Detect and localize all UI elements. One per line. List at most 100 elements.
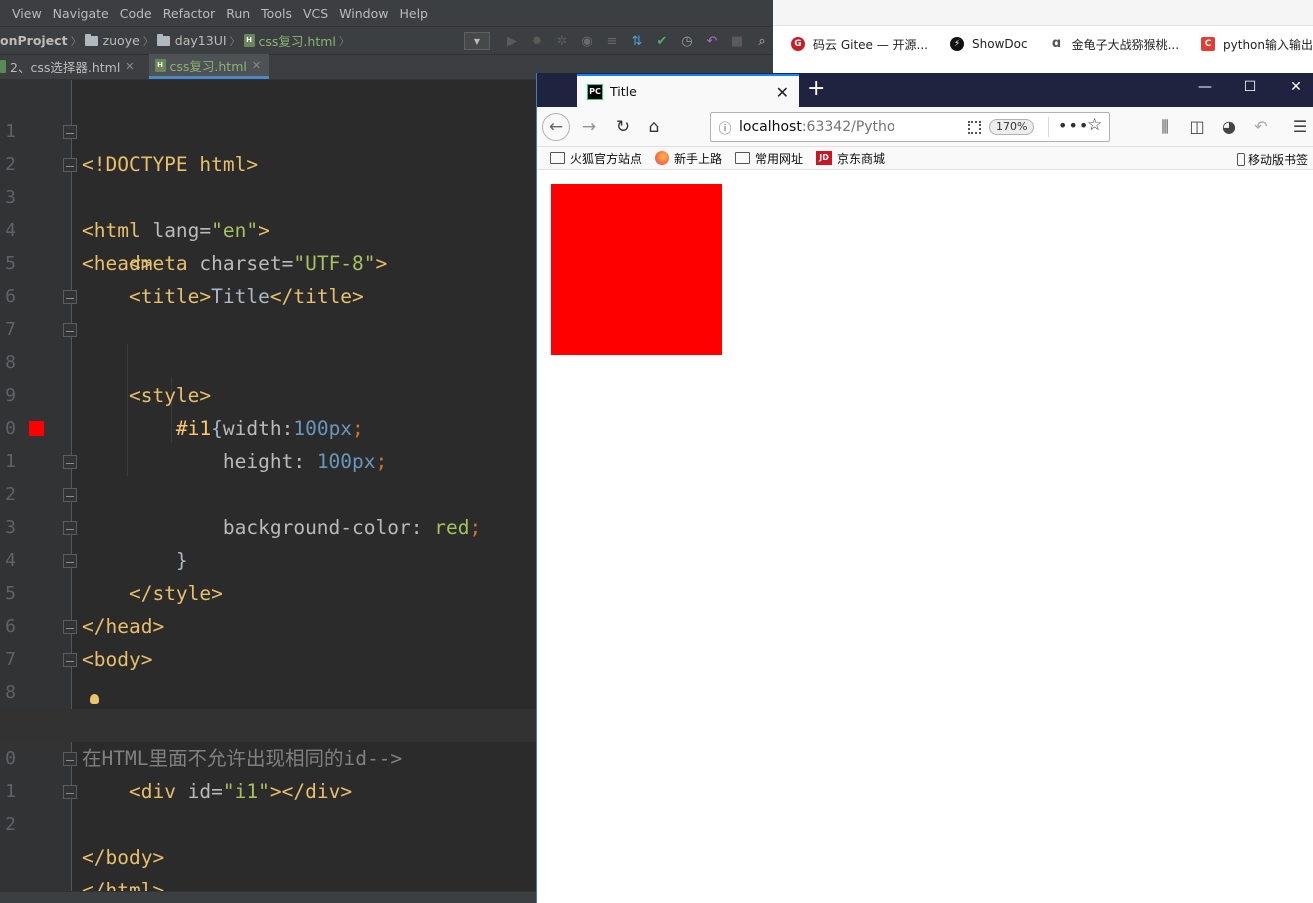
vcs-history-icon[interactable]: ◷	[676, 30, 698, 52]
fold-icon[interactable]	[63, 455, 77, 469]
browser-tab[interactable]: PC Title ✕	[577, 74, 799, 107]
folder-icon	[550, 152, 565, 164]
menu-code[interactable]: Code	[120, 6, 152, 21]
run-icon[interactable]: ▶	[501, 30, 523, 52]
hamburger-menu-icon[interactable]: ☰	[1289, 117, 1311, 136]
debug-icon[interactable]: ✹	[526, 30, 548, 52]
breadcrumb-file-label: css复习.html	[258, 34, 336, 49]
bookmark-showdoc[interactable]: ⚡ ShowDoc	[950, 37, 1028, 51]
breadcrumb-folder-label: day13UI	[174, 33, 227, 48]
close-icon[interactable]: ✕	[125, 60, 134, 73]
vcs-commit-icon[interactable]: ✔	[651, 30, 673, 52]
account-icon[interactable]: ◕	[1218, 117, 1240, 136]
menu-navigate[interactable]: Navigate	[53, 6, 109, 21]
jd-icon: JD	[816, 151, 833, 165]
breadcrumb-folder-zuoye[interactable]: zuoye	[84, 33, 140, 48]
mobile-bookmarks[interactable]: 移动版书签	[1236, 151, 1308, 168]
rendered-div-i1	[551, 184, 722, 355]
fold-icon[interactable]	[63, 521, 77, 535]
url-path: :63342/PythonProje	[801, 119, 894, 135]
bookmark-jd[interactable]: JD 京东商城	[816, 150, 885, 167]
menu-tools[interactable]: Tools	[261, 6, 292, 21]
maximize-icon[interactable]: ☐	[1240, 79, 1260, 95]
bookmark-label: python输入输出	[1223, 37, 1313, 52]
browser-toolbar: ← → ↻ ⌂ ⓘ localhost :63342/PythonProje 1…	[537, 107, 1313, 147]
url-host: localhost	[739, 119, 802, 135]
close-icon[interactable]: ✕	[776, 83, 789, 102]
fold-icon[interactable]	[63, 158, 77, 172]
tab-css-selectors[interactable]: 2、css选择器.html ✕	[0, 54, 143, 79]
fold-icon[interactable]	[63, 620, 77, 634]
qr-code-icon[interactable]	[968, 121, 981, 134]
library-icon[interactable]: ⫼	[1154, 117, 1176, 137]
fold-icon[interactable]	[63, 323, 77, 337]
fold-icon[interactable]	[63, 488, 77, 502]
bookmark-common-sites[interactable]: 常用网址	[735, 150, 803, 167]
undo-icon[interactable]: ↶	[1250, 117, 1272, 136]
breadcrumb-separator-icon: 〉	[229, 34, 241, 48]
breadcrumb-project[interactable]: onProject	[0, 33, 68, 48]
minimize-icon[interactable]: —	[1195, 79, 1215, 95]
color-swatch-icon[interactable]	[29, 421, 44, 436]
bookmark-star-icon[interactable]: ☆	[1087, 115, 1102, 135]
url-bar[interactable]: ⓘ localhost :63342/PythonProje 170% ••• …	[710, 112, 1110, 142]
stop-icon[interactable]: ■	[726, 30, 748, 52]
bookmark-kugou[interactable]: ɑ 金龟子大战猕猴桃...	[1050, 36, 1179, 53]
close-window-icon[interactable]: ✕	[1286, 79, 1306, 95]
new-tab-button[interactable]: +	[807, 77, 825, 101]
bookmark-gitee[interactable]: G 码云 Gitee — 开源...	[791, 36, 928, 53]
mobile-bookmarks-label: 移动版书签	[1247, 153, 1308, 167]
background-bookmarks-bar: G 码云 Gitee — 开源... ⚡ ShowDoc ɑ 金龟子大战猕猴桃.…	[773, 32, 1313, 56]
breadcrumb-separator-icon: 〉	[70, 34, 82, 48]
background-toolbar	[773, 0, 1313, 26]
bookmark-label: 金龟子大战猕猴桃...	[1071, 37, 1180, 52]
menu-help[interactable]: Help	[399, 6, 428, 21]
coverage-icon[interactable]: ✲	[551, 30, 573, 52]
back-icon[interactable]: ←	[542, 113, 570, 141]
html-file-icon	[0, 60, 6, 73]
menu-run[interactable]: Run	[226, 6, 250, 21]
html-file-icon: H	[154, 58, 166, 72]
page-actions-icon[interactable]: •••	[1058, 116, 1089, 135]
tab-title: Title	[610, 84, 637, 99]
run-config-dropdown[interactable]: ▼	[464, 32, 490, 50]
menu-view[interactable]: View	[12, 6, 42, 21]
build-icon[interactable]: ≡	[601, 30, 623, 52]
breadcrumb-folder-day13ui[interactable]: day13UI	[156, 33, 227, 48]
bookmark-label: 京东商城	[837, 151, 886, 166]
breadcrumb-file[interactable]: Hcss复习.html	[243, 31, 336, 50]
info-icon[interactable]: ⓘ	[711, 118, 739, 137]
zoom-level-badge[interactable]: 170%	[989, 119, 1035, 135]
profile-icon[interactable]: ◉	[576, 30, 598, 52]
fold-icon[interactable]	[63, 653, 77, 667]
fold-icon[interactable]	[63, 752, 77, 766]
fold-icon[interactable]	[63, 785, 77, 799]
menu-refactor[interactable]: Refactor	[163, 6, 215, 21]
tab-label: css复习.html	[169, 58, 247, 74]
firefox-icon	[655, 151, 670, 165]
lightbulb-icon[interactable]	[90, 694, 99, 704]
forward-icon[interactable]: →	[575, 113, 603, 141]
search-everywhere-icon[interactable]: ⌕	[751, 30, 773, 52]
fold-icon[interactable]	[63, 554, 77, 568]
gitee-icon: G	[791, 37, 805, 51]
bookmark-label: 新手上路	[674, 151, 723, 166]
menu-window[interactable]: Window	[339, 6, 388, 21]
bookmark-csdn[interactable]: C python输入输出	[1201, 36, 1313, 53]
vcs-update-icon[interactable]: ⇅	[626, 30, 648, 52]
close-icon[interactable]: ✕	[252, 59, 261, 72]
fold-icon[interactable]	[63, 125, 77, 139]
tab-css-review[interactable]: H css复习.html ✕	[148, 54, 270, 79]
fold-icon[interactable]	[63, 290, 77, 304]
home-icon[interactable]: ⌂	[640, 113, 668, 141]
bookmark-firefox-official[interactable]: 火狐官方站点	[550, 150, 642, 167]
showdoc-icon: ⚡	[950, 37, 964, 51]
bookmark-getting-started[interactable]: 新手上路	[655, 150, 722, 167]
firefox-window: PC Title ✕ + — ☐ ✕ ← → ↻ ⌂ ⓘ localhost :…	[536, 73, 1313, 903]
breadcrumb-folder-label: zuoye	[102, 33, 140, 48]
menu-vcs[interactable]: VCS	[303, 6, 328, 21]
vcs-revert-icon[interactable]: ↶	[701, 30, 723, 52]
reload-icon[interactable]: ↻	[609, 113, 637, 141]
sidebar-icon[interactable]: ◫	[1186, 117, 1208, 136]
page-viewport	[537, 170, 1313, 903]
